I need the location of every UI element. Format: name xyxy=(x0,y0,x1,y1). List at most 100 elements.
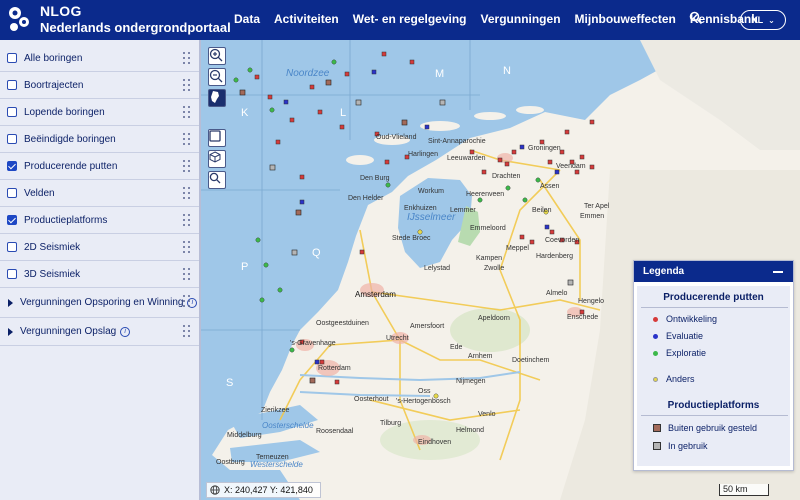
legend-item-anders: Anders xyxy=(653,374,695,384)
nav-activiteiten[interactable]: Activiteiten xyxy=(274,12,339,26)
place-label: Hardenberg xyxy=(536,253,573,260)
square-select-icon xyxy=(209,130,221,142)
place-label: Rotterdam xyxy=(318,365,351,372)
globe-icon[interactable] xyxy=(210,485,220,495)
place-label: Enschede xyxy=(567,314,598,321)
legend-dot-yellow xyxy=(653,376,658,382)
layer-alle-boringen[interactable]: Alle boringen xyxy=(0,45,199,72)
drag-handle-icon[interactable] xyxy=(183,187,191,200)
minimize-icon[interactable] xyxy=(773,271,783,273)
place-label: Oss xyxy=(418,388,431,395)
block-label-k: K xyxy=(241,107,249,119)
select-area-button[interactable] xyxy=(208,129,226,147)
zoom-in-icon xyxy=(209,48,223,62)
checkbox[interactable] xyxy=(7,215,17,225)
zoom-out-button[interactable] xyxy=(208,68,226,86)
drag-handle-icon[interactable] xyxy=(183,241,191,254)
layer-label: Alle boringen xyxy=(24,52,83,64)
place-label: Utrecht xyxy=(386,335,409,342)
place-label: Coevorden xyxy=(545,237,579,244)
place-label: Doetinchem xyxy=(512,357,550,364)
place-label: Kampen xyxy=(476,255,502,262)
legend-section-title: Producerende putten xyxy=(663,292,764,303)
place-label: Lelystad xyxy=(424,265,450,272)
brand-title[interactable]: NLOG xyxy=(40,3,82,19)
search-icon[interactable] xyxy=(689,11,703,25)
place-label: Almelo xyxy=(546,290,568,297)
drag-handle-icon[interactable] xyxy=(183,52,191,65)
checkbox[interactable] xyxy=(7,134,17,144)
brand-subtitle[interactable]: Nederlands ondergrondportaal xyxy=(40,20,231,35)
legend-item-evaluatie: Evaluatie xyxy=(653,331,703,341)
checkbox[interactable] xyxy=(7,80,17,90)
legend-item-label: Evaluatie xyxy=(666,331,704,341)
sea-label-oosterschelde: Oosterschelde xyxy=(262,421,314,430)
caret-right-icon[interactable] xyxy=(8,327,13,336)
drag-handle-icon[interactable] xyxy=(183,79,191,92)
home-extent-button[interactable] xyxy=(208,89,226,107)
checkbox[interactable] xyxy=(7,53,17,63)
place-label: Oostburg xyxy=(216,459,245,466)
layer-boortrajecten[interactable]: Boortrajecten xyxy=(0,72,199,99)
checkbox[interactable] xyxy=(7,242,17,252)
place-label: Amsterdam xyxy=(355,290,396,299)
top-header: NLOG Nederlands ondergrondportaal Data A… xyxy=(0,0,800,40)
place-label: Amersfoort xyxy=(410,323,444,330)
place-label: Nijmegen xyxy=(456,378,486,385)
legend-item-label: Ontwikkeling xyxy=(666,314,718,324)
checkbox[interactable] xyxy=(7,161,17,171)
layer-velden[interactable]: Velden xyxy=(0,180,199,207)
legend-item-label: Buiten gebruik gesteld xyxy=(668,423,758,433)
nav-mijnbouweffecten[interactable]: Mijnbouweffecten xyxy=(575,12,676,26)
drag-handle-icon[interactable] xyxy=(183,268,191,281)
drag-handle-icon[interactable] xyxy=(183,325,191,338)
legend-title: Legenda xyxy=(643,266,685,277)
checkbox[interactable] xyxy=(7,269,17,279)
place-label: Den Burg xyxy=(360,175,390,182)
legend-panel: Legenda Producerende putten Ontwikkeling… xyxy=(633,260,794,471)
place-label: 's-Hertogenbosch xyxy=(396,398,451,405)
layer-lopende-boringen[interactable]: Lopende boringen xyxy=(0,99,199,126)
chevron-down-icon: ⌄ xyxy=(768,15,775,25)
place-label: Groningen xyxy=(528,145,561,152)
place-label: Apeldoorn xyxy=(478,315,510,322)
checkbox[interactable] xyxy=(7,188,17,198)
caret-right-icon[interactable] xyxy=(8,298,13,307)
place-label: Leeuwarden xyxy=(447,155,486,162)
checkbox[interactable] xyxy=(7,107,17,117)
place-label: Ede xyxy=(450,344,463,351)
zoom-in-button[interactable] xyxy=(208,47,226,65)
layer-beeindigde-boringen[interactable]: Beëindigde boringen xyxy=(0,126,199,153)
layer-producerende-putten[interactable]: Producerende putten xyxy=(0,153,199,180)
3d-view-button[interactable] xyxy=(208,150,226,168)
language-select[interactable]: NL ⌄ xyxy=(740,10,786,30)
legend-square-brown xyxy=(653,424,661,432)
nlog-logo-icon[interactable] xyxy=(5,4,33,34)
layer-3d-seismiek[interactable]: 3D Seismiek xyxy=(0,261,199,288)
legend-item-ontwikkeling: Ontwikkeling xyxy=(653,314,717,324)
legend-divider xyxy=(641,415,788,416)
place-label: Sint-Annaparochie xyxy=(428,138,486,145)
nav-data[interactable]: Data xyxy=(234,12,260,26)
layer-label: 3D Seismiek xyxy=(24,268,81,280)
layer-label: Producerende putten xyxy=(24,160,118,172)
drag-handle-icon[interactable] xyxy=(183,160,191,173)
legend-section-title: Productieplatforms xyxy=(667,400,760,411)
drag-handle-icon[interactable] xyxy=(183,133,191,146)
drag-handle-icon[interactable] xyxy=(183,214,191,227)
layer-productieplatforms[interactable]: Productieplatforms xyxy=(0,207,199,234)
drag-handle-icon[interactable] xyxy=(183,106,191,119)
block-label-p: P xyxy=(241,261,248,273)
layer-group-opsporing-winning[interactable]: Vergunningen Opsporing en Winning i xyxy=(0,288,199,318)
drag-handle-icon[interactable] xyxy=(183,295,191,308)
place-label: Harlingen xyxy=(408,151,438,158)
legend-square-grey xyxy=(653,442,661,450)
layer-group-opslag[interactable]: Vergunningen Opslag i xyxy=(0,318,199,346)
layer-2d-seismiek[interactable]: 2D Seismiek xyxy=(0,234,199,261)
nav-wet-en-regelgeving[interactable]: Wet- en regelgeving xyxy=(353,12,467,26)
nav-vergunningen[interactable]: Vergunningen xyxy=(481,12,561,26)
info-icon[interactable]: i xyxy=(120,326,131,337)
legend-item-exploratie: Exploratie xyxy=(653,348,706,358)
place-label: Zierikzee xyxy=(261,407,290,414)
map-search-button[interactable] xyxy=(208,171,226,189)
